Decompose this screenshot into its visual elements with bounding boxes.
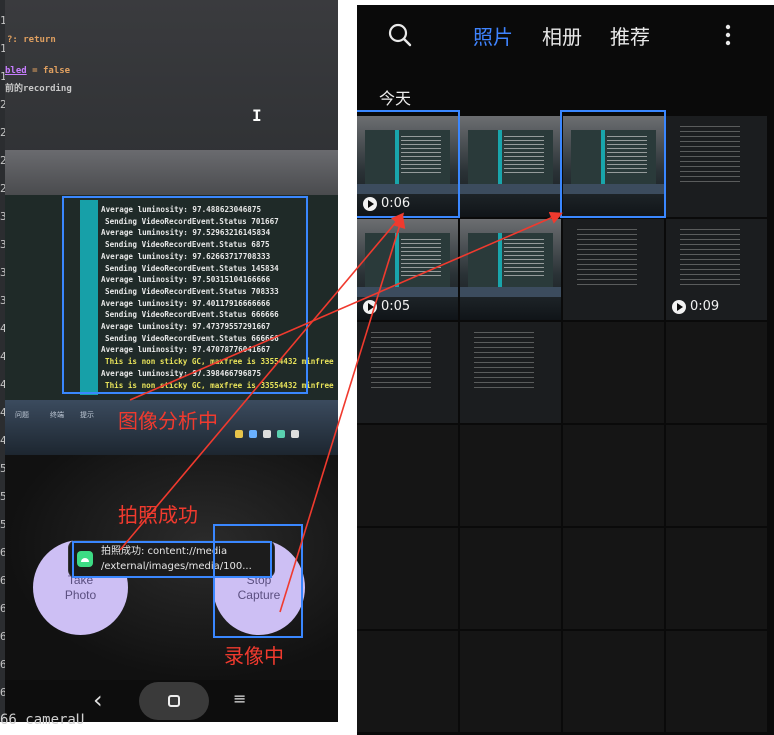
grid-empty-cell <box>563 322 664 423</box>
record-highlight-box <box>213 524 303 638</box>
taskbar-item: 终端 <box>50 411 64 419</box>
code-line: bled = false <box>5 66 71 76</box>
grid-empty-cell <box>666 528 767 629</box>
grid-photo-thumb[interactable] <box>357 322 458 423</box>
tray-icons <box>235 430 330 440</box>
grid-photo-thumb[interactable] <box>460 322 561 423</box>
monitor-bezel <box>5 150 338 195</box>
code-line: ?: return <box>7 35 56 45</box>
grid-photo-thumb[interactable] <box>666 116 767 217</box>
grid-empty-cell <box>357 631 458 732</box>
video-duration: 0:09 <box>672 299 719 314</box>
video-duration: 0:05 <box>363 299 410 314</box>
grid-empty-cell <box>460 528 561 629</box>
grid-empty-cell <box>563 425 664 526</box>
back-icon[interactable]: ‹ <box>93 686 103 714</box>
tab-albums[interactable]: 相册 <box>542 21 582 50</box>
tab-recommend[interactable]: 推荐 <box>610 21 650 50</box>
grid-photo-thumb[interactable] <box>563 219 664 320</box>
grid-video-thumb[interactable]: 0:05 <box>357 219 458 320</box>
gallery-app-screen: 照片 相册 推荐 今天 0:06 0:05 0:09 <box>357 5 774 735</box>
recording-annotation: 录像中 <box>224 644 284 668</box>
thumb-highlight-box <box>560 110 666 218</box>
photo-success-annotation: 拍照成功 <box>118 503 198 527</box>
grid-video-thumb[interactable]: 0:09 <box>666 219 767 320</box>
gallery-header: 照片 相册 推荐 <box>357 5 774 65</box>
grid-empty-cell <box>460 425 561 526</box>
grid-empty-cell <box>357 425 458 526</box>
grid-empty-cell <box>563 528 664 629</box>
grid-photo-thumb[interactable] <box>460 116 561 217</box>
grid-empty-cell <box>666 425 767 526</box>
grid-photo-thumb[interactable] <box>460 219 561 320</box>
taskbar-item: 问题 <box>15 411 29 419</box>
grid-empty-cell <box>563 631 664 732</box>
take-photo-label: Photo <box>64 587 97 602</box>
tab-photos[interactable]: 照片 <box>473 21 513 50</box>
ide-code-fragment: 66 cameraU <box>0 712 85 728</box>
play-icon <box>363 299 377 314</box>
search-icon[interactable] <box>387 22 413 48</box>
home-button[interactable] <box>139 682 209 720</box>
analysis-annotation: 图像分析中 <box>118 409 218 433</box>
text-cursor-icon: I <box>252 106 262 125</box>
camera-app-screen: 1112222333344444555666666 ?: return bled… <box>0 0 338 722</box>
code-line: 前的recording <box>5 84 72 94</box>
recent-apps-icon[interactable]: ≡ <box>233 689 246 708</box>
grid-empty-cell <box>460 631 561 732</box>
grid-empty-cell <box>357 528 458 629</box>
grid-empty-cell <box>666 631 767 732</box>
taskbar-item: 提示 <box>80 411 94 419</box>
analysis-highlight-box <box>62 196 308 394</box>
grid-empty-cell <box>666 322 767 423</box>
more-options-icon[interactable] <box>724 23 732 47</box>
monitor-code-area: ?: return bled = false 前的recording I <box>5 0 338 175</box>
section-title-today: 今天 <box>379 89 412 108</box>
play-icon <box>672 299 686 314</box>
home-icon <box>168 695 180 707</box>
thumb-highlight-box <box>357 110 460 218</box>
